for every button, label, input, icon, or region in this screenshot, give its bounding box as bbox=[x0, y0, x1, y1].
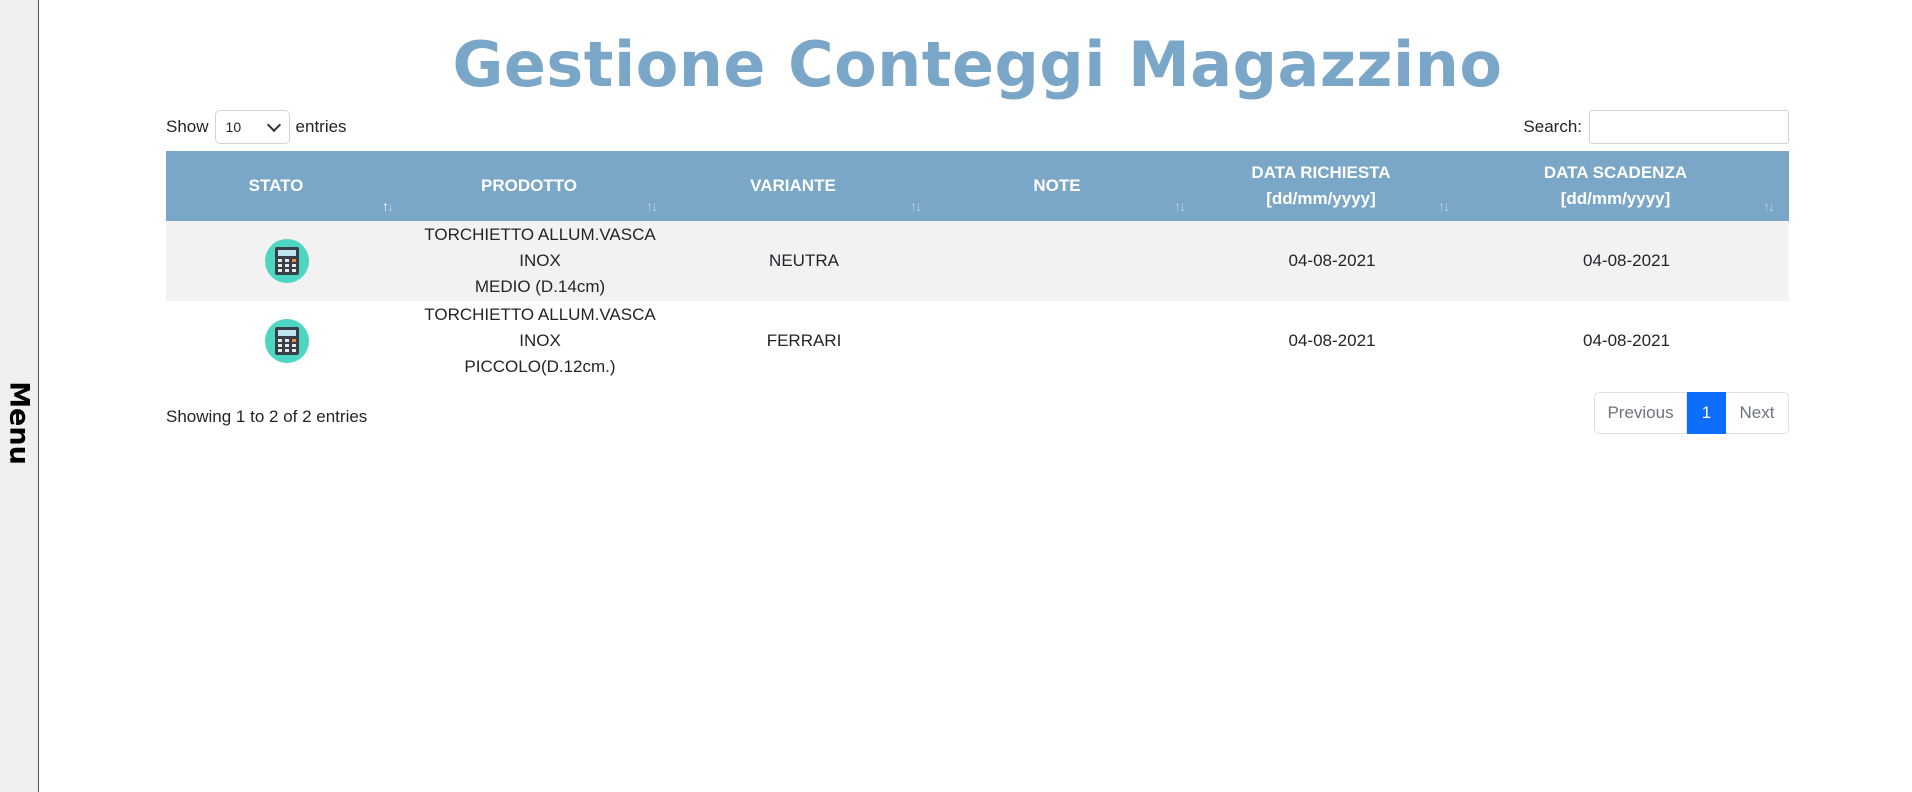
table-row: TORCHIETTO ALLUM.VASCA INOX PICCOLO(D.12… bbox=[166, 301, 1789, 381]
column-header-variante[interactable]: VARIANTE ↑↓ bbox=[672, 151, 936, 221]
cell-prodotto: TORCHIETTO ALLUM.VASCA INOX MEDIO (D.14c… bbox=[408, 221, 672, 301]
cell-data-richiesta: 04-08-2021 bbox=[1200, 301, 1464, 381]
cell-variante: FERRARI bbox=[672, 301, 936, 381]
table-row: TORCHIETTO ALLUM.VASCA INOX MEDIO (D.14c… bbox=[166, 221, 1789, 301]
prodotto-line1: TORCHIETTO ALLUM.VASCA INOX bbox=[424, 305, 656, 350]
column-sublabel: [dd/mm/yyyy] bbox=[1560, 189, 1671, 208]
entries-length-select[interactable]: 10 bbox=[214, 110, 290, 144]
sort-icon: ↑↓ bbox=[1174, 198, 1186, 214]
column-header-data-scadenza[interactable]: DATA SCADENZA [dd/mm/yyyy] ↑↓ bbox=[1464, 151, 1789, 221]
sort-icon: ↑↓ bbox=[1438, 198, 1450, 214]
menu-toggle[interactable]: Menu bbox=[4, 381, 35, 465]
sort-icon: ↑↓ bbox=[1763, 198, 1775, 214]
column-label: NOTE bbox=[1033, 176, 1081, 195]
table-info: Showing 1 to 2 of 2 entries bbox=[166, 407, 368, 426]
cell-note bbox=[936, 221, 1200, 301]
column-label: PRODOTTO bbox=[480, 176, 578, 195]
cell-variante: NEUTRA bbox=[672, 221, 936, 301]
column-sublabel: [dd/mm/yyyy] bbox=[1266, 189, 1376, 208]
column-label: STATO bbox=[248, 176, 304, 195]
sort-icon: ↑↓ bbox=[382, 198, 394, 214]
previous-page-button[interactable]: Previous bbox=[1594, 392, 1687, 434]
column-label: DATA SCADENZA bbox=[1543, 163, 1688, 182]
search-control: Search: bbox=[1523, 110, 1789, 144]
cell-data-richiesta: 04-08-2021 bbox=[1200, 221, 1464, 301]
column-header-data-richiesta[interactable]: DATA RICHIESTA [dd/mm/yyyy] ↑↓ bbox=[1200, 151, 1464, 221]
entries-length-control: Show 10 entries bbox=[166, 110, 347, 144]
side-menu[interactable]: Menu bbox=[0, 0, 39, 792]
cell-stato bbox=[166, 301, 408, 381]
entries-label: entries bbox=[295, 117, 347, 136]
pagination: Previous 1 Next bbox=[1594, 392, 1789, 434]
calculator-icon[interactable] bbox=[265, 319, 309, 363]
calculator-glyph bbox=[275, 247, 299, 275]
cell-note bbox=[936, 301, 1200, 381]
prodotto-line2: MEDIO (D.14cm) bbox=[474, 277, 606, 296]
search-input[interactable] bbox=[1589, 110, 1789, 144]
table-header-row: STATO ↑↓ PRODOTTO ↑↓ VARIANTE ↑↓ NOTE ↑↓… bbox=[166, 151, 1789, 221]
sort-icon: ↑↓ bbox=[646, 198, 658, 214]
column-header-stato[interactable]: STATO ↑↓ bbox=[166, 151, 408, 221]
column-header-prodotto[interactable]: PRODOTTO ↑↓ bbox=[408, 151, 672, 221]
prodotto-line2: PICCOLO(D.12cm.) bbox=[464, 357, 616, 376]
prodotto-line1: TORCHIETTO ALLUM.VASCA INOX bbox=[424, 225, 656, 270]
show-label: Show bbox=[166, 117, 209, 136]
column-label: VARIANTE bbox=[750, 176, 836, 195]
calculator-glyph bbox=[275, 327, 299, 355]
cell-stato bbox=[166, 221, 408, 301]
page-title: Gestione Conteggi Magazzino bbox=[452, 28, 1503, 101]
sort-icon: ↑↓ bbox=[910, 198, 922, 214]
entries-length-value: 10 bbox=[225, 119, 242, 135]
calculator-icon[interactable] bbox=[265, 239, 309, 283]
cell-prodotto: TORCHIETTO ALLUM.VASCA INOX PICCOLO(D.12… bbox=[408, 301, 672, 381]
page-1-button[interactable]: 1 bbox=[1687, 392, 1726, 434]
chevron-down-icon bbox=[266, 117, 281, 132]
search-label: Search: bbox=[1523, 117, 1582, 136]
data-table: STATO ↑↓ PRODOTTO ↑↓ VARIANTE ↑↓ NOTE ↑↓… bbox=[166, 151, 1789, 381]
column-label: DATA RICHIESTA bbox=[1251, 163, 1391, 182]
cell-data-scadenza: 04-08-2021 bbox=[1464, 221, 1789, 301]
next-page-button[interactable]: Next bbox=[1726, 392, 1789, 434]
column-header-note[interactable]: NOTE ↑↓ bbox=[936, 151, 1200, 221]
cell-data-scadenza: 04-08-2021 bbox=[1464, 301, 1789, 381]
